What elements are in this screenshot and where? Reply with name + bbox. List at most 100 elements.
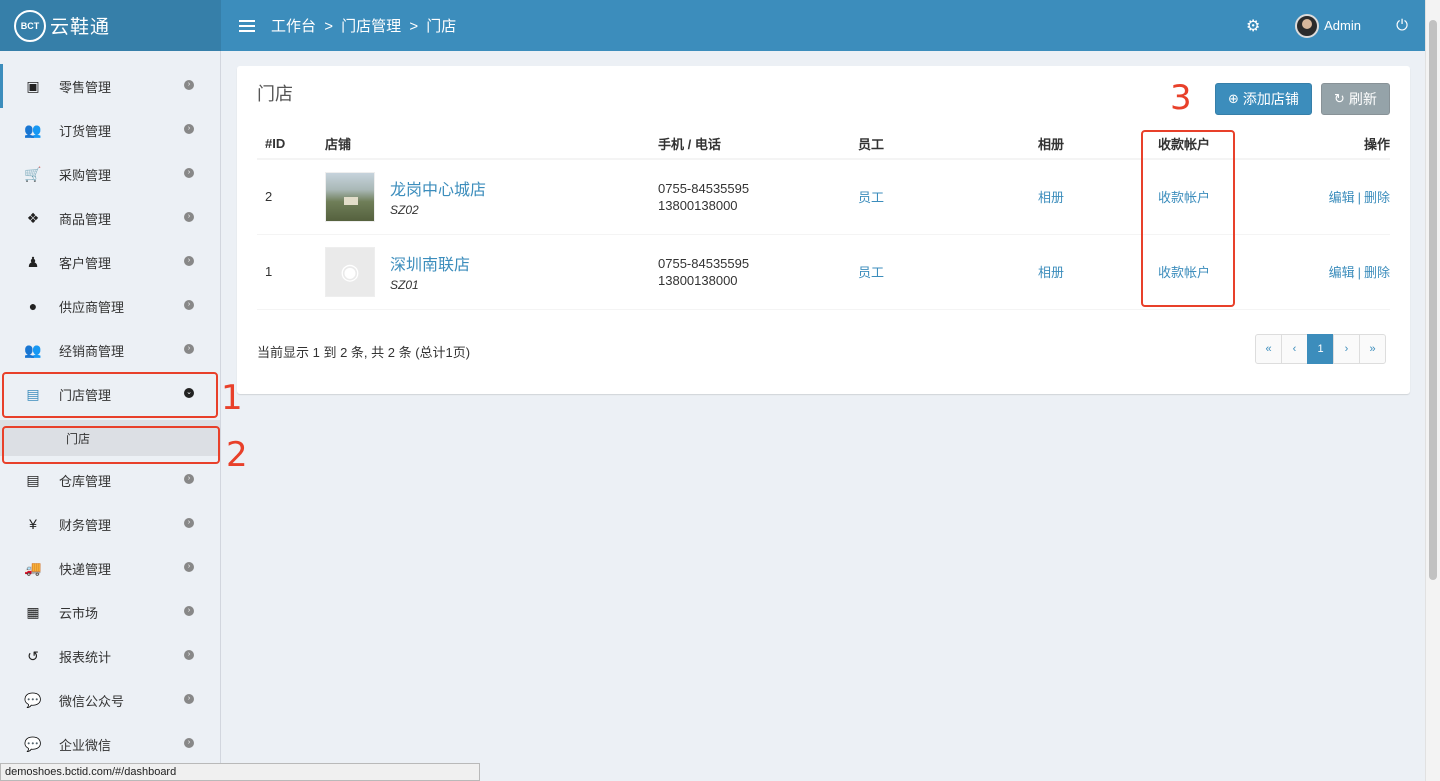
staff-link[interactable]: 员工 xyxy=(858,190,884,205)
refresh-icon: ↻ xyxy=(1334,91,1345,106)
users-icon: 👥 xyxy=(24,121,42,138)
phone-text: 0755-84535595 xyxy=(658,255,750,271)
album-link[interactable]: 相册 xyxy=(1038,265,1064,280)
archive-icon: ▤ xyxy=(26,471,40,488)
cell-phone: 0755-84535595 13800138000 xyxy=(650,159,850,235)
last-page-button[interactable]: » xyxy=(1359,334,1386,364)
edit-link[interactable]: 编辑 xyxy=(1329,190,1355,205)
app: BCT 云鞋通 工作台 > 门店管理 > 门店 ⚙ Admin ⏻ ▣ 零售管理… xyxy=(0,0,1440,781)
plus-circle-icon: ⊕ xyxy=(1228,91,1239,106)
chevron-right-icon: › xyxy=(184,650,194,660)
action-separator: | xyxy=(1357,190,1361,206)
logo-badge: BCT xyxy=(14,9,46,42)
delete-link[interactable]: 删除 xyxy=(1364,265,1390,280)
album-link[interactable]: 相册 xyxy=(1038,190,1064,205)
sidebar-item-express[interactable]: 🚚 快递管理 › xyxy=(0,546,220,590)
sidebar-item-label: 经销商管理 xyxy=(59,343,125,359)
chevron-right-icon: › xyxy=(184,124,194,134)
add-store-label: 添加店铺 xyxy=(1242,91,1299,107)
chevron-right-icon: › xyxy=(184,300,194,310)
cell-phone: 0755-84535595 13800138000 xyxy=(650,234,850,310)
sidebar-item-reports[interactable]: ↺ 报表统计 › xyxy=(0,634,220,678)
sidebar-item-cloud-market[interactable]: ▦ 云市场 › xyxy=(0,590,220,634)
next-page-button[interactable]: › xyxy=(1333,334,1360,364)
logo[interactable]: BCT 云鞋通 xyxy=(0,0,221,51)
chevron-right-icon: › xyxy=(184,212,194,222)
sidebar-item-label: 企业微信 xyxy=(59,737,112,753)
page-1-button[interactable]: 1 xyxy=(1307,334,1334,364)
sidebar-item-finance[interactable]: ¥ 财务管理 › xyxy=(0,502,220,546)
cell-store: ◉ 深圳南联店 SZ01 xyxy=(317,234,650,310)
column-header: 手机 / 电话 xyxy=(650,128,850,160)
annotation-box-3 xyxy=(1141,130,1235,307)
sidebar-item-retail[interactable]: ▣ 零售管理 › xyxy=(0,64,220,108)
edit-link[interactable]: 编辑 xyxy=(1329,265,1355,280)
sidebar-item-label: 快递管理 xyxy=(59,561,112,577)
pagination: « ‹ 1 › » xyxy=(1255,334,1386,364)
sidebar-item-supplier[interactable]: ● 供应商管理 › xyxy=(0,284,220,328)
sidebar-item-label: 微信公众号 xyxy=(59,693,125,709)
wechat-icon: 💬 xyxy=(24,735,42,752)
gear-icon[interactable]: ⚙ xyxy=(1233,16,1273,36)
camera-icon: ◉ xyxy=(325,246,375,297)
power-icon[interactable]: ⏻ xyxy=(1379,17,1425,34)
sidebar-item-product[interactable]: ❖ 商品管理 › xyxy=(0,196,220,240)
menu-toggle-icon[interactable] xyxy=(239,17,255,35)
chevron-right-icon: › xyxy=(184,256,194,266)
sidebar-item-label: 云市场 xyxy=(59,605,99,621)
breadcrumb-item[interactable]: 门店管理 xyxy=(341,18,401,35)
cell-actions: 编辑 | 删除 xyxy=(1270,234,1390,310)
sidebar-item-label: 报表统计 xyxy=(59,649,112,665)
sidebar-item-purchase[interactable]: 🛒 采购管理 › xyxy=(0,152,220,196)
phone-text: 0755-84535595 xyxy=(658,180,750,196)
sidebar-item-wechat-official[interactable]: 💬 微信公众号 › xyxy=(0,678,220,722)
sidebar-item-warehouse[interactable]: ▤ 仓库管理 › xyxy=(0,458,220,502)
refresh-label: 刷新 xyxy=(1348,91,1377,107)
prev-page-button[interactable]: ‹ xyxy=(1281,334,1308,364)
store-list-box: 门店 3 ⊕ 添加店铺 ↻ 刷新 #ID 店铺 手机 / 电话 员工 相册 收款… xyxy=(237,66,1410,394)
cubes-icon: ❖ xyxy=(26,209,40,226)
sidebar-item-label: 财务管理 xyxy=(59,517,112,533)
action-separator: | xyxy=(1357,265,1361,280)
page-scrollbar[interactable] xyxy=(1425,0,1440,781)
store-name-link[interactable]: 深圳南联店 xyxy=(390,251,470,275)
user-name: Admin xyxy=(1324,18,1361,33)
person-icon: ♟ xyxy=(26,253,40,270)
sidebar-item-order[interactable]: 👥 订货管理 › xyxy=(0,108,220,152)
store-name-link[interactable]: 龙岗中心城店 xyxy=(390,176,486,200)
sidebar-item-label: 采购管理 xyxy=(59,167,112,183)
store-photo xyxy=(325,171,375,222)
sidebar-item-dealer[interactable]: 👥 经销商管理 › xyxy=(0,328,220,372)
chevron-right-icon: › xyxy=(184,738,194,748)
chevron-right-icon: › xyxy=(184,474,194,484)
cell-actions: 编辑 | 删除 xyxy=(1270,159,1390,235)
top-right-controls: ⚙ Admin ⏻ xyxy=(1233,0,1425,51)
cart-icon: 🛒 xyxy=(24,165,42,182)
column-header: 相册 xyxy=(1030,128,1150,160)
wechat-icon: 💬 xyxy=(24,691,42,708)
chevron-right-icon: › xyxy=(184,562,194,572)
yen-icon: ¥ xyxy=(29,516,37,532)
store-code: SZ02 xyxy=(390,203,419,218)
column-header: 店铺 xyxy=(317,128,650,160)
browser-status-bar: demoshoes.bctid.com/#/dashboard xyxy=(0,763,480,781)
breadcrumb-separator: > xyxy=(324,18,333,35)
chevron-right-icon: › xyxy=(184,606,194,616)
first-page-button[interactable]: « xyxy=(1255,334,1282,364)
sidebar-item-label: 订货管理 xyxy=(59,123,112,139)
breadcrumb-separator: > xyxy=(409,18,419,35)
sidebar-item-customer[interactable]: ♟ 客户管理 › xyxy=(0,240,220,284)
sidebar-item-wechat-work[interactable]: 💬 企业微信 › xyxy=(0,722,220,766)
delete-link[interactable]: 删除 xyxy=(1364,190,1390,205)
cell-store: 龙岗中心城店 SZ02 xyxy=(317,159,650,235)
user-menu[interactable]: Admin xyxy=(1295,13,1361,38)
cell-id: 2 xyxy=(257,159,317,235)
add-store-button[interactable]: ⊕ 添加店铺 xyxy=(1215,83,1312,115)
scrollbar-thumb[interactable] xyxy=(1429,20,1437,580)
truck-icon: 🚚 xyxy=(24,559,42,576)
refresh-button[interactable]: ↻ 刷新 xyxy=(1321,83,1390,115)
column-header: 操作 xyxy=(1270,128,1390,160)
staff-link[interactable]: 员工 xyxy=(858,265,884,280)
breadcrumb-item[interactable]: 工作台 xyxy=(271,18,316,35)
sidebar-item-label: 供应商管理 xyxy=(59,299,125,315)
